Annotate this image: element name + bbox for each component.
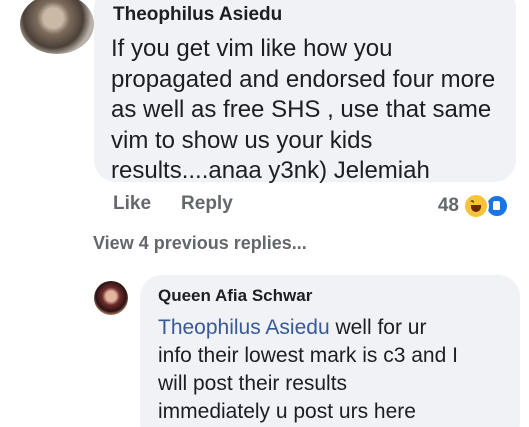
view-previous-replies-link[interactable]: View 4 previous replies...	[93, 233, 307, 254]
reply-button[interactable]: Reply	[181, 193, 233, 215]
comment-thread: Theophilus Asiedu If you get vim like ho…	[0, 0, 529, 427]
reply-line: Theophilus Asiedu well for ur	[158, 314, 518, 342]
reply-line: immediately u post urs here	[158, 400, 416, 423]
comment-line: vim to show us your kids	[111, 126, 373, 154]
comment-author[interactable]: Theophilus Asiedu	[113, 4, 282, 26]
reply-text: Theophilus Asiedu well for ur info their…	[158, 314, 518, 426]
comment-line: results....anaa y3nk) Jelemiah	[111, 157, 430, 184]
like-button[interactable]: Like	[113, 193, 151, 215]
mention-link[interactable]: Theophilus Asiedu	[158, 316, 330, 339]
comment-text: If you get vim like how you propagated a…	[111, 34, 511, 187]
haha-icon	[463, 193, 489, 219]
comment-actions: Like Reply	[113, 193, 233, 215]
reaction-summary[interactable]: 48	[438, 193, 509, 219]
comment-line: as well as free SHS , use that same	[111, 96, 492, 123]
comment-line: propagated and endorsed four more	[111, 65, 496, 93]
reply-author[interactable]: Queen Afia Schwar	[158, 286, 312, 306]
reaction-count: 48	[437, 195, 459, 216]
reply-line: info their lowest mark is c3 and I	[158, 344, 458, 367]
comment-line: If you get vim like how you	[111, 35, 393, 62]
avatar[interactable]	[94, 281, 128, 315]
avatar[interactable]	[20, 0, 94, 54]
reply-line-text: well for ur	[329, 316, 427, 339]
reply-line: will post their results	[158, 372, 348, 395]
